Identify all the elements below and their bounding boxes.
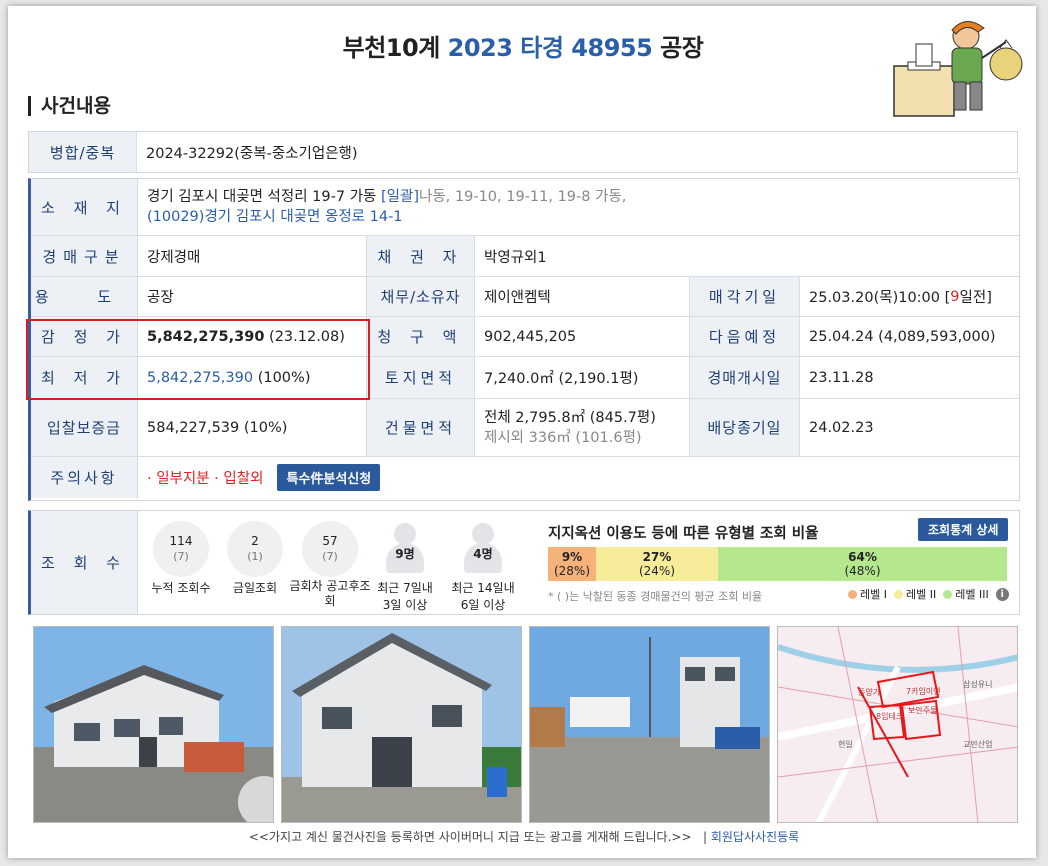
- merge-box: 병합/중복 2024-32292(중복-중소기업은행): [28, 131, 1018, 173]
- auction-start-label: 경매개시일: [690, 357, 800, 398]
- person-icon: 4명: [455, 521, 511, 577]
- auction-type-label: 경매구분: [31, 236, 138, 276]
- svg-text:보안주물: 보안주물: [908, 705, 937, 715]
- debtor-label: 채무/소유자: [367, 277, 475, 316]
- special-analysis-button[interactable]: 특수件분석신청: [277, 464, 381, 491]
- road-address: (10029)경기 김포시 대곶면 옹정로 14-1: [147, 209, 403, 225]
- footer: <<가지고 계신 물건사진을 등록하면 사이버머니 지급 또는 광고를 게재해 …: [248, 830, 800, 844]
- deposit-value: 584,227,539 (10%): [138, 399, 367, 456]
- ratio-note: * ( )는 낙찰된 동종 경매물건의 평균 조회 비율: [548, 590, 763, 603]
- ratio-bar-level3: 64% (48%): [718, 547, 1007, 581]
- svg-text:동양기: 동양기: [858, 688, 880, 697]
- sale-date-value: 25.03.20(목)10:00 [9 일전]: [809, 288, 992, 307]
- stats-detail-button[interactable]: 조회통계 상세: [918, 518, 1009, 541]
- building-area-value: 전체 2,795.8㎡ (845.7평) 제시외 336㎡ (101.6평): [475, 399, 690, 456]
- usage-value: 공장: [138, 277, 367, 316]
- deposit-label: 입찰보증금: [31, 399, 138, 456]
- land-area-label: 토지면적: [367, 357, 475, 398]
- dividend-value: 24.02.23: [809, 419, 874, 436]
- creditor-label: 채 권 자: [367, 236, 475, 276]
- section-title: 사건내용: [28, 96, 111, 116]
- svg-text:현일: 현일: [838, 740, 853, 749]
- bulk-tag[interactable]: [일괄]: [381, 189, 419, 205]
- footer-text: <<가지고 계신 물건사진을 등록하면 사이버머니 지급 또는 광고를 게재해 …: [248, 830, 692, 844]
- ratio-title: 지지옥션 이용도 등에 따른 유형별 조회 비율: [548, 526, 819, 542]
- ratio-bar-level1: 9% (28%): [548, 547, 596, 581]
- merge-value: 2024-32292(중복-중소기업은행): [146, 145, 358, 162]
- claim-label: 청 구 액: [367, 317, 475, 356]
- bulk-rest: 나동, 19-10, 19-11, 19-8 가동,: [418, 189, 627, 205]
- member-photo-register-link[interactable]: 회원답사사진등록: [711, 830, 799, 844]
- svg-text:8임테크: 8임테크: [876, 712, 903, 721]
- svg-text:7카임이엔: 7카임이엔: [906, 686, 941, 696]
- person-icon: 9명: [377, 521, 433, 577]
- views-label: 조 회 수: [31, 511, 138, 614]
- dividend-label: 배당종기일: [690, 399, 800, 456]
- claim-value: 902,445,205: [475, 317, 690, 356]
- svg-text:삼성유니: 삼성유니: [963, 679, 992, 689]
- sale-date-label: 매각기일: [690, 277, 800, 316]
- auction-start-value: 23.11.28: [809, 369, 874, 386]
- location-value: 경기 김포시 대곶면 석정리 19-7 가동 [일괄]나동, 19-10, 19…: [138, 179, 1019, 235]
- caution-label: 주의사항: [31, 457, 138, 498]
- next-value: 25.04.24 (4,089,593,000): [809, 328, 996, 345]
- legend-dot-3: [943, 589, 953, 599]
- caution-text: · 일부지분 · 입찰외: [147, 471, 264, 487]
- usage-label: 용 도: [31, 277, 138, 316]
- building-area-label: 건물면적: [367, 399, 475, 456]
- auction-type-value: 강제경매: [138, 236, 367, 276]
- property-photo-1[interactable]: [33, 626, 274, 823]
- mascot-illustration: [893, 21, 1023, 117]
- info-icon[interactable]: i: [995, 587, 1009, 601]
- ratio-legend: 레벨 I 레벨 II 레벨 III i: [848, 586, 1009, 602]
- caution-value: · 일부지분 · 입찰외 특수件분석신청: [138, 457, 1019, 498]
- svg-text:교반산업: 교반산업: [963, 739, 992, 749]
- debtor-value: 제이앤켐텍: [475, 277, 690, 316]
- legend-dot-1: [848, 589, 857, 599]
- ratio-bar-level2: 27% (24%): [596, 547, 718, 581]
- property-photo-2[interactable]: [281, 626, 522, 823]
- location-map[interactable]: 동양기 7카임이엔 8임테크 보안주물 삼성유니 현일 교반산업: [777, 626, 1018, 823]
- legend-dot-2: [893, 589, 903, 599]
- stat-7days: 9명 최근 7일내 3일 이상: [360, 521, 450, 613]
- merge-label: 병합/중복: [29, 132, 137, 172]
- location-label: 소 재 지: [31, 179, 138, 235]
- address-main: 경기 김포시 대곶면 석정리 19-7 가동: [147, 189, 377, 205]
- property-photo-3[interactable]: [529, 626, 770, 823]
- stat-14days: 4명 최근 14일내 6일 이상: [438, 521, 528, 613]
- creditor-value: 박영규외1: [484, 249, 547, 266]
- price-highlight-box: [26, 319, 370, 400]
- land-area-value: 7,240.0㎡ (2,190.1평): [475, 357, 690, 398]
- next-label: 다음예정: [690, 317, 800, 356]
